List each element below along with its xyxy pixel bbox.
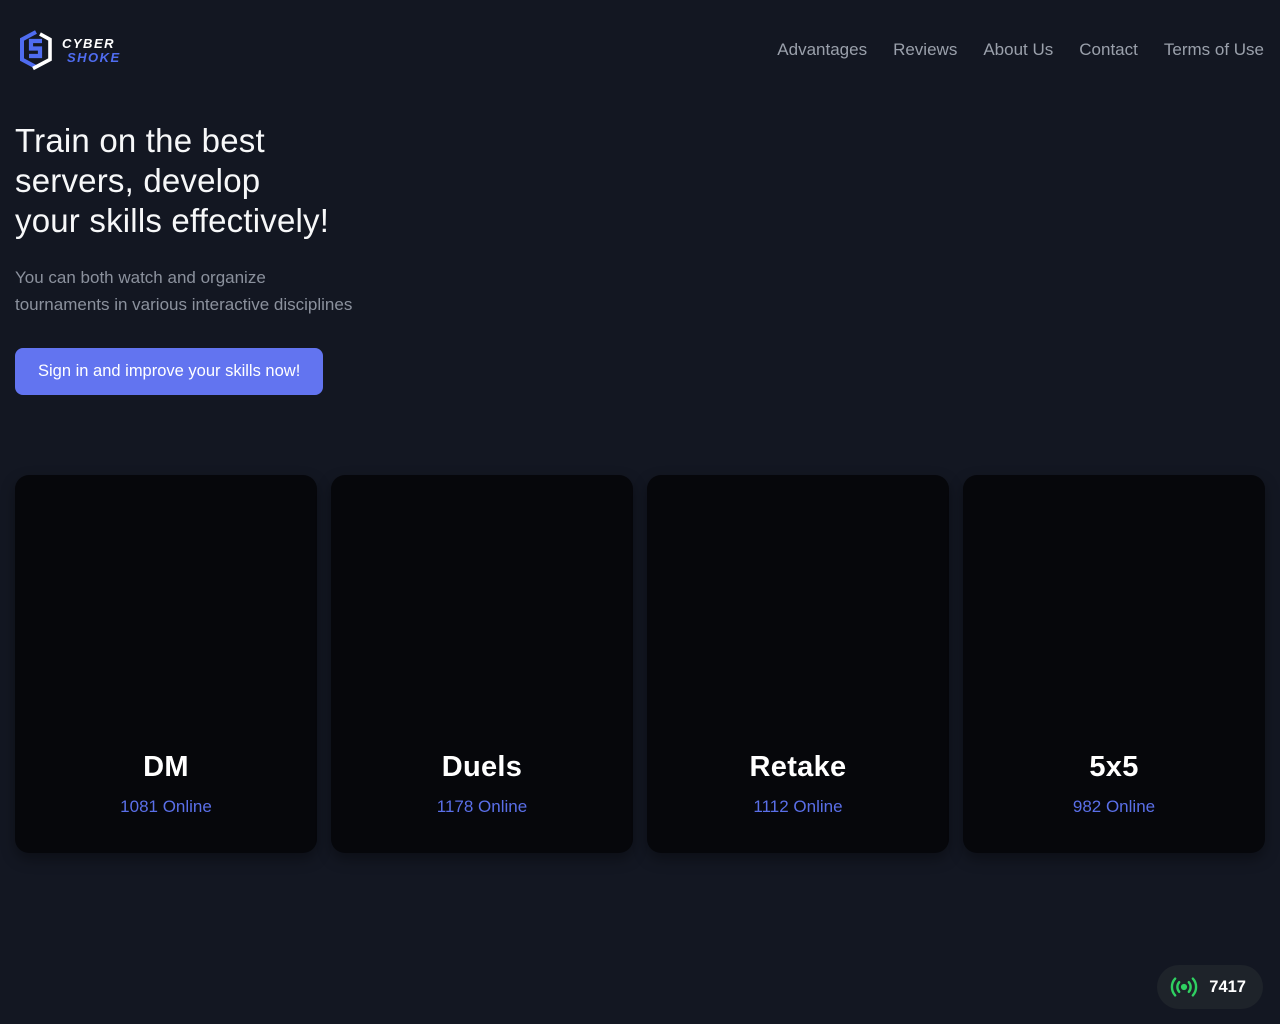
- nav-link-contact[interactable]: Contact: [1079, 40, 1138, 60]
- hero-title-line-1: Train on the best: [15, 122, 265, 159]
- card-retake[interactable]: Retake 1112 Online: [647, 475, 949, 853]
- landing-page: CYBER SHOKE Advantages Reviews About Us …: [0, 0, 1280, 1024]
- card-title: Duels: [441, 751, 523, 783]
- card-5x5[interactable]: 5x5 982 Online: [963, 475, 1265, 853]
- card-online-count: 1178 Online: [436, 797, 528, 816]
- hero-title: Train on the best servers, develop your …: [15, 121, 1265, 241]
- hero-subtitle-line-2: tournaments in various interactive disci…: [15, 295, 353, 314]
- hero-subtitle-line-1: You can both watch and organize: [15, 268, 266, 287]
- total-online-badge[interactable]: 7417: [1157, 965, 1263, 1009]
- hero-section: Train on the best servers, develop your …: [0, 78, 1280, 395]
- nav-link-reviews[interactable]: Reviews: [893, 40, 957, 60]
- card-title: 5x5: [1089, 751, 1139, 783]
- hero-title-line-2: servers, develop: [15, 162, 261, 199]
- brand-name-bottom: SHOKE: [67, 49, 121, 65]
- card-title: DM: [143, 751, 189, 783]
- nav-link-advantages[interactable]: Advantages: [777, 40, 867, 60]
- brand-logo[interactable]: CYBER SHOKE: [16, 29, 121, 71]
- broadcast-icon: [1170, 974, 1198, 1000]
- card-online-count: 1112 Online: [753, 797, 843, 816]
- brand-name: CYBER SHOKE: [62, 37, 121, 64]
- nav-link-about-us[interactable]: About Us: [983, 40, 1053, 60]
- card-online-count: 1081 Online: [120, 797, 212, 816]
- sign-in-cta-button[interactable]: Sign in and improve your skills now!: [15, 348, 324, 395]
- hero-title-line-3: your skills effectively!: [15, 202, 330, 239]
- card-dm[interactable]: DM 1081 Online: [15, 475, 317, 853]
- game-mode-cards: DM 1081 Online Duels 1178 Online Retake …: [15, 475, 1265, 853]
- hero-subtitle: You can both watch and organize tourname…: [15, 264, 1265, 318]
- brand-name-top: CYBER: [62, 35, 116, 51]
- header: CYBER SHOKE Advantages Reviews About Us …: [0, 0, 1280, 78]
- cybershoke-hexagon-logo-icon: [16, 29, 56, 71]
- card-title: Retake: [749, 751, 847, 783]
- main-nav: Advantages Reviews About Us Contact Term…: [777, 40, 1264, 60]
- card-duels[interactable]: Duels 1178 Online: [331, 475, 633, 853]
- nav-link-terms-of-use[interactable]: Terms of Use: [1164, 40, 1264, 60]
- card-online-count: 982 Online: [1072, 797, 1156, 816]
- total-online-count: 7417: [1209, 977, 1246, 996]
